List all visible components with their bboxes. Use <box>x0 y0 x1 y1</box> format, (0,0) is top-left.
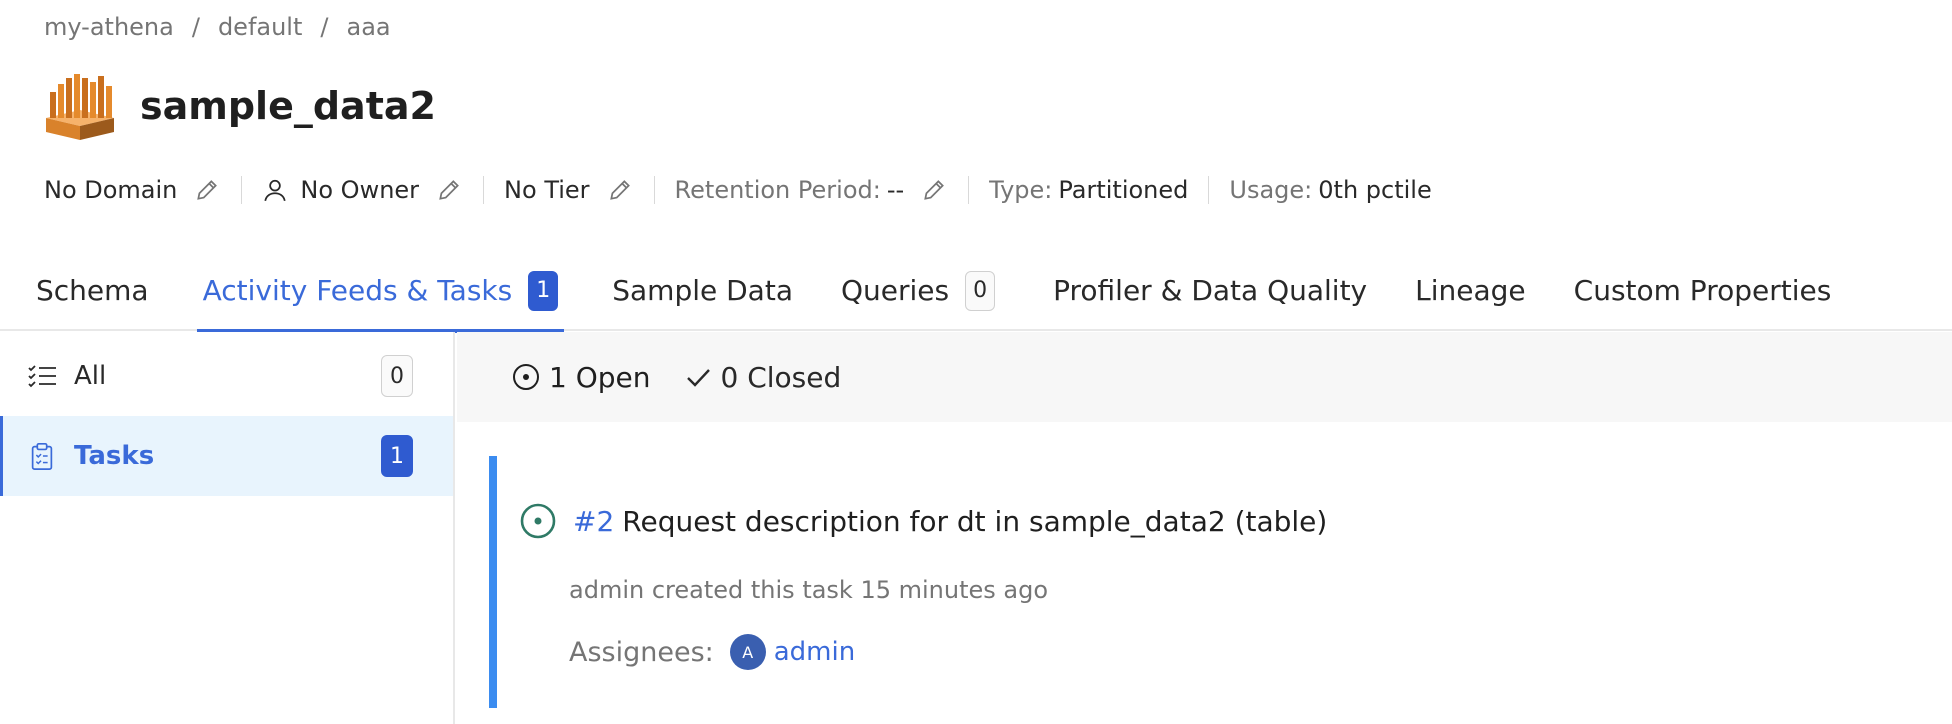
sidebar-item-tasks[interactable]: Tasks 1 <box>0 416 453 496</box>
owner-field: No Owner <box>262 176 463 204</box>
breadcrumb-separator: / <box>320 13 329 41</box>
retention-value: -- <box>886 176 905 204</box>
usage-label: Usage: <box>1229 176 1313 204</box>
closed-tasks-label: 0 Closed <box>720 360 842 394</box>
clipboard-icon <box>26 440 58 472</box>
sidebar-item-label: Tasks <box>74 441 155 471</box>
entity-header: sample_data2 <box>44 70 436 142</box>
athena-logo-icon <box>46 74 114 140</box>
sidebar-count-badge: 1 <box>381 435 413 477</box>
tab-activity-feeds[interactable]: Activity Feeds & Tasks 1 <box>196 250 565 333</box>
user-icon <box>262 177 288 203</box>
tab-sample-data[interactable]: Sample Data <box>606 250 799 331</box>
type-label: Type: <box>989 176 1053 204</box>
meta-divider <box>483 176 485 204</box>
retention-label: Retention Period: <box>674 176 881 204</box>
domain-field: No Domain <box>44 176 221 204</box>
edit-retention-pencil-icon[interactable] <box>920 176 948 204</box>
sidebar-item-label: All <box>74 361 107 391</box>
tab-label: Custom Properties <box>1573 274 1832 307</box>
breadcrumb-database[interactable]: default <box>218 13 302 41</box>
task-assignees: Assignees: A admin <box>569 634 855 670</box>
entity-meta-row: No Domain No Owner No Tier Retention Per… <box>44 170 1432 210</box>
open-circle-icon <box>511 362 541 392</box>
tab-count-badge: 1 <box>528 270 559 311</box>
avatar: A <box>729 634 766 670</box>
assignees-label: Assignees: <box>569 636 714 668</box>
type-value: Partitioned <box>1058 176 1189 204</box>
sidebar-count-badge: 0 <box>381 355 413 397</box>
tab-profiler[interactable]: Profiler & Data Quality <box>1047 250 1373 331</box>
domain-value: No Domain <box>44 176 178 204</box>
edit-owner-pencil-icon[interactable] <box>435 176 463 204</box>
check-icon <box>683 362 713 392</box>
usage-field: Usage: 0th pctile <box>1229 176 1431 204</box>
assignee-link[interactable]: admin <box>774 637 855 667</box>
breadcrumb: my-athena / default / aaa <box>44 12 391 42</box>
feed-main-panel: 1 Open 0 Closed #2 Request description f… <box>457 332 1952 724</box>
tab-count-badge: 0 <box>965 270 996 311</box>
entity-tabs: Schema Activity Feeds & Tasks 1 Sample D… <box>0 250 1952 333</box>
task-title: Request description for dt in sample_dat… <box>622 504 1328 538</box>
tab-label: Lineage <box>1415 274 1526 307</box>
checklist-icon <box>26 360 58 392</box>
tab-label: Sample Data <box>612 274 793 307</box>
open-tasks-filter[interactable]: 1 Open <box>511 361 651 394</box>
task-filter-bar: 1 Open 0 Closed <box>457 332 1952 422</box>
task-card[interactable]: #2 Request description for dt in sample_… <box>489 456 1929 708</box>
meta-divider <box>241 176 243 204</box>
tab-schema[interactable]: Schema <box>30 250 155 331</box>
tier-field: No Tier <box>504 176 634 204</box>
meta-divider <box>968 176 970 204</box>
tab-queries[interactable]: Queries 0 <box>835 250 1001 331</box>
task-id-link[interactable]: #2 <box>573 505 614 538</box>
tab-custom-properties[interactable]: Custom Properties <box>1568 250 1838 331</box>
edit-domain-pencil-icon[interactable] <box>193 176 221 204</box>
feed-sidebar: All 0 Tasks 1 <box>0 332 455 724</box>
retention-field: Retention Period: -- <box>675 176 949 204</box>
tab-label: Schema <box>36 274 149 307</box>
tab-lineage[interactable]: Lineage <box>1409 250 1532 331</box>
breadcrumb-service[interactable]: my-athena <box>44 13 174 41</box>
owner-value: No Owner <box>300 176 420 204</box>
open-tasks-label: 1 Open <box>549 360 651 394</box>
tab-label: Profiler & Data Quality <box>1053 274 1368 307</box>
page-title: sample_data2 <box>140 84 436 128</box>
meta-divider <box>1208 176 1210 204</box>
closed-tasks-filter[interactable]: 0 Closed <box>683 360 842 394</box>
task-created-text: created this task 15 minutes ago <box>651 576 1049 604</box>
tab-label: Queries <box>840 274 950 307</box>
type-field: Type: Partitioned <box>989 176 1188 204</box>
breadcrumb-schema[interactable]: aaa <box>346 13 390 41</box>
task-author[interactable]: admin <box>569 576 644 604</box>
meta-divider <box>653 176 655 204</box>
tier-value: No Tier <box>504 176 590 204</box>
open-task-status-icon <box>519 502 557 540</box>
task-title-row: #2 Request description for dt in sample_… <box>519 502 1327 540</box>
edit-tier-pencil-icon[interactable] <box>606 176 634 204</box>
breadcrumb-separator: / <box>191 13 200 41</box>
task-created-info: admin created this task 15 minutes ago <box>569 576 1048 604</box>
usage-value: 0th pctile <box>1318 176 1432 204</box>
sidebar-item-all[interactable]: All 0 <box>0 336 453 416</box>
tab-label: Activity Feeds & Tasks <box>202 274 513 307</box>
